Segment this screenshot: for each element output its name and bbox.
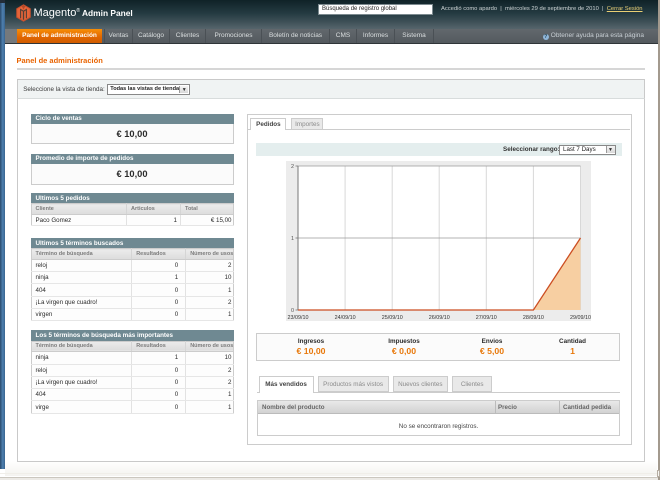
svg-text:27/09/10: 27/09/10 bbox=[476, 315, 497, 321]
svg-text:29/09/10: 29/09/10 bbox=[570, 315, 591, 321]
svg-text:0: 0 bbox=[291, 308, 294, 314]
svg-text:26/09/10: 26/09/10 bbox=[429, 315, 450, 321]
svg-text:23/09/10: 23/09/10 bbox=[288, 315, 309, 321]
svg-text:1: 1 bbox=[291, 236, 294, 242]
svg-text:25/09/10: 25/09/10 bbox=[382, 315, 403, 321]
svg-text:2: 2 bbox=[291, 164, 294, 170]
svg-text:28/09/10: 28/09/10 bbox=[523, 315, 544, 321]
svg-text:24/09/10: 24/09/10 bbox=[335, 315, 356, 321]
